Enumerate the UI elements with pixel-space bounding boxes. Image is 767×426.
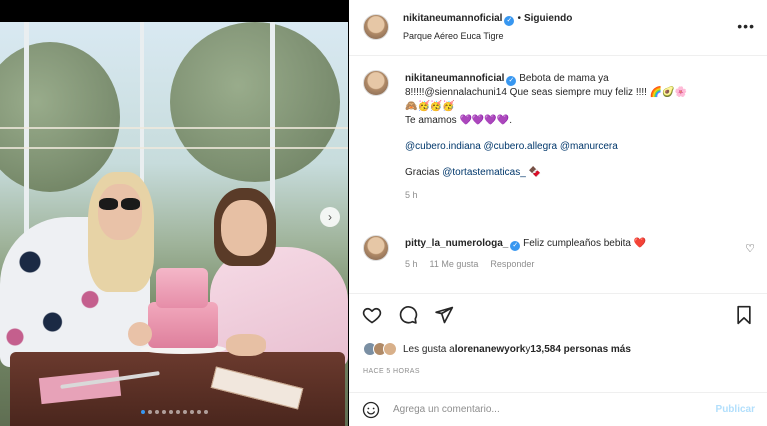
photo-pole xyxy=(24,22,29,242)
add-comment-bar: Publicar xyxy=(349,392,767,426)
comment-likes-count[interactable]: 11 Me gusta xyxy=(430,257,479,271)
carousel-dot xyxy=(154,410,159,414)
photo-sunglasses xyxy=(98,198,142,211)
comment-bubble-icon[interactable] xyxy=(397,304,419,326)
photo-cake xyxy=(148,302,218,348)
caption-line: Bebota de mama ya xyxy=(519,73,609,84)
caption-mentions[interactable]: @cubero.indiana @cubero.allegra @manurce… xyxy=(405,140,745,154)
action-icons xyxy=(361,304,455,326)
carousel-dot xyxy=(140,410,145,414)
post-photo[interactable]: › xyxy=(0,22,348,426)
caption-line: 🙈🥳🥳🥳 xyxy=(405,101,455,112)
caption-thanks-emoji: 🍫 xyxy=(528,167,541,178)
photo-woman-face xyxy=(98,184,142,240)
comment-input[interactable] xyxy=(393,404,716,415)
caption-thanks-text: Gracias xyxy=(405,167,443,178)
comment-reply-button[interactable]: Responder xyxy=(490,257,534,271)
photo-railing xyxy=(0,147,348,149)
author-avatar[interactable] xyxy=(363,14,389,40)
save-bookmark-icon[interactable] xyxy=(733,304,755,326)
caption-thanks-mention[interactable]: @tortastematicas_ xyxy=(442,167,526,178)
likes-count-link[interactable]: 13,584 personas más xyxy=(530,344,631,355)
verified-badge-icon: ✓ xyxy=(504,16,515,26)
carousel-dot xyxy=(147,410,152,414)
carousel-dot xyxy=(189,410,194,414)
follow-status-button[interactable]: Siguiendo xyxy=(524,13,572,24)
photo-railing xyxy=(0,127,348,129)
post-timestamp: HACE 5 HORAS xyxy=(363,368,420,375)
caption-username[interactable]: nikitaneumannoficial xyxy=(405,73,504,84)
photo-girl-hands xyxy=(226,334,266,356)
carousel-dot xyxy=(161,410,166,414)
likes-prefix: Les gusta a xyxy=(403,343,455,355)
commenter-username[interactable]: pitty_la_numerologa_ xyxy=(405,238,508,249)
separator-dot: • xyxy=(517,13,521,24)
photo-woman-hand xyxy=(128,322,152,346)
comment-meta: 5 h 11 Me gusta Responder xyxy=(405,257,725,271)
carousel-dot xyxy=(203,410,208,414)
post-caption: nikitaneumannoficial ✓ Bebota de mama ya … xyxy=(405,72,745,202)
likes-user-link[interactable]: lorenanewyork xyxy=(455,344,526,355)
comment-like-heart-icon[interactable]: ♡ xyxy=(745,242,755,255)
post-side-panel: nikitaneumannoficial ✓ • Siguiendo Parque A… xyxy=(349,0,767,426)
commenter-avatar[interactable] xyxy=(363,235,389,261)
share-send-icon[interactable] xyxy=(433,304,455,326)
verified-badge-icon: ✓ xyxy=(506,76,517,86)
photo-cake-top xyxy=(156,268,208,308)
comment-item: pitty_la_numerologa_ ✓ Feliz cumpleaños b… xyxy=(405,237,725,271)
post-actions: Les gusta a lorenanewyork y 13,584 perso… xyxy=(349,293,767,425)
emoji-smiley-icon[interactable] xyxy=(361,400,381,420)
caption-timestamp: 5 h xyxy=(405,190,418,200)
author-line: nikitaneumannoficial ✓ • Siguiendo xyxy=(403,13,572,26)
photo-tree xyxy=(170,22,340,182)
caption-author-avatar[interactable] xyxy=(363,70,389,96)
post-header: nikitaneumannoficial ✓ • Siguiendo Parque A… xyxy=(349,0,767,56)
caption-line: 8!!!!!@siennalachuni14 Que seas siempre … xyxy=(405,87,688,98)
publish-button[interactable]: Publicar xyxy=(716,404,755,415)
photo-pole xyxy=(270,22,275,222)
carousel-dots xyxy=(0,410,348,414)
likes-summary: Les gusta a lorenanewyork y 13,584 perso… xyxy=(363,342,631,356)
photo-girl-face xyxy=(221,200,267,256)
instagram-post-modal: › nikitaneumannoficial ✓ • Siguiendo Parque… xyxy=(0,0,767,426)
author-username[interactable]: nikitaneumannoficial xyxy=(403,13,502,24)
carousel-next-icon[interactable]: › xyxy=(320,207,340,227)
verified-badge-icon: ✓ xyxy=(510,241,521,251)
carousel-dot xyxy=(175,410,180,414)
comment-text: Feliz cumpleaños bebita ❤️ xyxy=(523,238,647,249)
comment-timestamp: 5 h xyxy=(405,259,418,269)
likers-avatars xyxy=(363,342,397,356)
carousel-dot xyxy=(196,410,201,414)
carousel-dot xyxy=(182,410,187,414)
more-options-icon[interactable]: ••• xyxy=(737,18,755,34)
like-heart-icon[interactable] xyxy=(361,304,383,326)
post-location[interactable]: Parque Aéreo Euca Tigre xyxy=(403,31,504,41)
carousel-dot xyxy=(168,410,173,414)
caption-line: Te amamos 💜💜💜💜. xyxy=(405,115,513,126)
